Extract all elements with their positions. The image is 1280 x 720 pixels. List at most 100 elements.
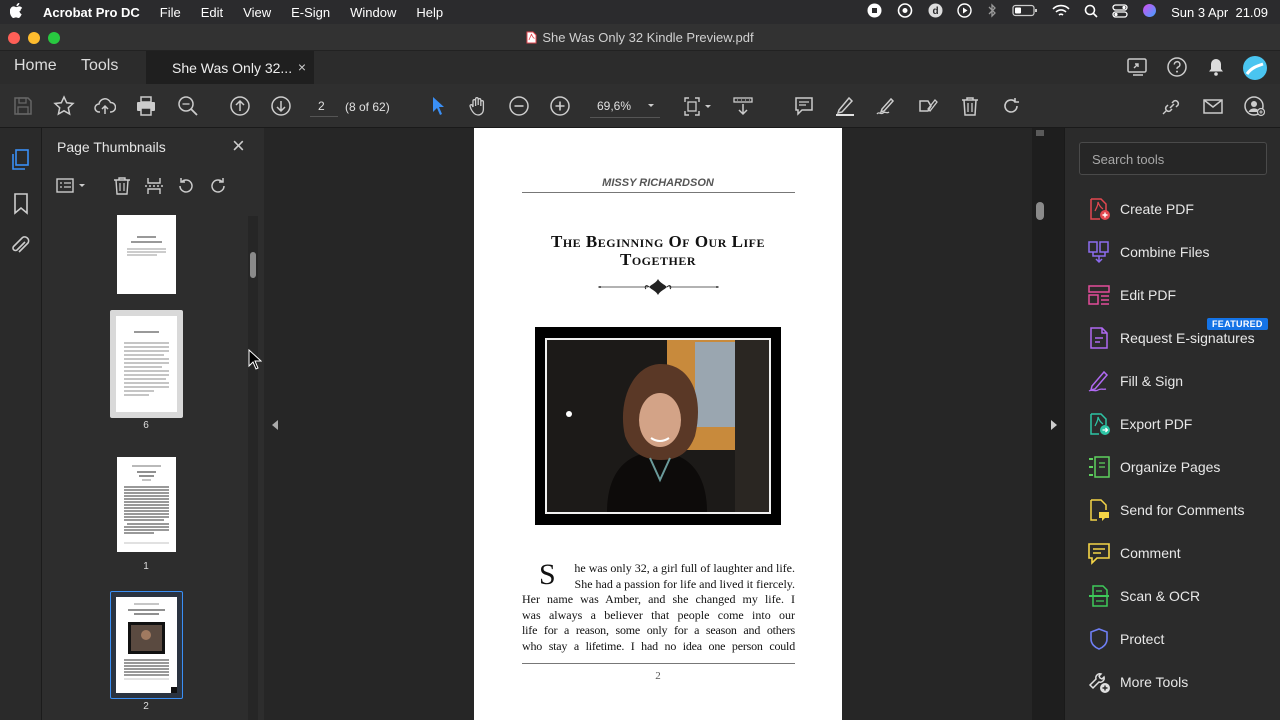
d-app-icon[interactable]: d [928, 3, 943, 21]
menu-esign[interactable]: E-Sign [281, 5, 340, 20]
share-link-icon[interactable] [1160, 94, 1184, 118]
bluetooth-icon[interactable] [986, 3, 998, 21]
comment-bubble-icon [1088, 543, 1110, 565]
wifi-icon[interactable] [1052, 4, 1070, 21]
scroll-mode-icon[interactable] [731, 94, 755, 118]
svg-text:d: d [933, 6, 939, 17]
creative-cloud-icon[interactable] [896, 3, 914, 21]
bookmark-star-icon[interactable] [52, 94, 76, 118]
tool-create-pdf[interactable]: Create PDF [1087, 195, 1194, 223]
tool-export-pdf[interactable]: Export PDF [1087, 410, 1192, 438]
menu-file[interactable]: File [150, 5, 191, 20]
tool-more-tools[interactable]: More Tools [1087, 668, 1188, 696]
options-menu-icon[interactable] [56, 176, 90, 201]
tab-tools[interactable]: Tools [81, 57, 118, 75]
rotate-clockwise-icon[interactable] [208, 176, 228, 201]
help-icon[interactable] [1166, 56, 1188, 83]
comment-icon[interactable] [792, 94, 816, 118]
account-avatar[interactable] [1242, 55, 1268, 86]
spotlight-search-icon[interactable] [1084, 4, 1098, 21]
tool-request-esignatures[interactable]: Request E-signatures [1087, 324, 1255, 352]
rotate-icon[interactable] [999, 94, 1023, 118]
tool-fill-sign[interactable]: Fill & Sign [1087, 367, 1183, 395]
tool-label: Request E-signatures [1120, 330, 1255, 346]
apple-icon[interactable] [0, 2, 33, 21]
tab-document[interactable]: She Was Only 32... × [146, 51, 314, 84]
fill-sign-icon[interactable] [915, 94, 939, 118]
add-user-icon[interactable] [1242, 94, 1266, 118]
tool-comment[interactable]: Comment [1087, 539, 1181, 567]
menu-window[interactable]: Window [340, 5, 406, 20]
expand-right-panel-icon[interactable] [1050, 418, 1058, 436]
delete-page-icon[interactable] [112, 176, 132, 201]
search-tools-input[interactable]: Search tools [1079, 142, 1267, 175]
app-menu[interactable]: Acrobat Pro DC [33, 5, 150, 20]
draw-freehand-icon[interactable] [874, 94, 898, 118]
page-thumbnail[interactable] [117, 215, 176, 294]
page-thumbnails-icon[interactable] [10, 148, 32, 177]
delete-trash-icon[interactable] [958, 94, 982, 118]
print-icon[interactable] [134, 94, 158, 118]
page-thumbnail-frame-selected [110, 591, 183, 699]
stop-record-icon[interactable] [867, 3, 882, 21]
email-icon[interactable] [1201, 94, 1225, 118]
page-thumbnail[interactable] [116, 316, 177, 412]
siri-icon[interactable] [1142, 3, 1157, 21]
tool-edit-pdf[interactable]: Edit PDF [1087, 281, 1176, 309]
upload-cloud-icon[interactable] [93, 94, 117, 118]
thumbnails-scrollbar-thumb[interactable] [250, 252, 256, 278]
tool-scan-ocr[interactable]: Scan & OCR [1087, 582, 1200, 610]
save-icon[interactable] [11, 94, 35, 118]
search-zoom-icon[interactable] [176, 94, 200, 118]
zoom-in-icon[interactable] [548, 94, 572, 118]
ornament-divider [598, 279, 719, 300]
tool-send-for-comments[interactable]: Send for Comments [1087, 496, 1245, 524]
tools-pane: Search tools FEATURED Create PDF Combine… [1064, 128, 1280, 720]
menu-edit[interactable]: Edit [191, 5, 233, 20]
zoom-out-icon[interactable] [507, 94, 531, 118]
tab-close-button[interactable]: × [298, 59, 306, 75]
hand-pan-icon[interactable] [466, 94, 490, 118]
document-scrollbar[interactable] [1034, 128, 1046, 720]
page-thumbnails-panel: Page Thumbnails × 6 1 2 [42, 128, 264, 720]
page-fit-icon[interactable] [680, 94, 714, 118]
page-number: 2 [655, 670, 661, 682]
tool-combine-files[interactable]: Combine Files [1087, 238, 1209, 266]
tool-protect[interactable]: Protect [1087, 625, 1164, 653]
tab-home[interactable]: Home [14, 57, 57, 75]
collapse-left-panel-icon[interactable] [271, 418, 279, 436]
pdf-page: MISSY RICHARDSON The Beginning Of Our Li… [474, 128, 842, 720]
menu-view[interactable]: View [233, 5, 281, 20]
clock-datetime[interactable]: Sun 3 Apr 21.09 [1171, 5, 1268, 20]
fill-sign-pen-icon [1088, 370, 1109, 392]
close-panel-button[interactable]: × [232, 133, 245, 159]
menu-help[interactable]: Help [406, 5, 453, 20]
running-header: MISSY RICHARDSON [602, 177, 714, 189]
notifications-bell-icon[interactable] [1206, 57, 1226, 82]
battery-icon[interactable] [1012, 4, 1038, 20]
rotate-counterclockwise-icon[interactable] [176, 176, 196, 201]
previous-page-icon[interactable] [228, 94, 252, 118]
page-number-input[interactable]: 2 [310, 97, 338, 117]
page-thumbnail[interactable] [117, 457, 176, 552]
export-pdf-icon [1090, 413, 1110, 435]
tool-organize-pages[interactable]: Organize Pages [1087, 453, 1220, 481]
more-tools-icon [1088, 673, 1110, 693]
play-icon[interactable] [957, 3, 972, 21]
control-center-icon[interactable] [1112, 3, 1128, 21]
document-viewport[interactable]: MISSY RICHARDSON The Beginning Of Our Li… [264, 128, 1057, 720]
tool-label: Comment [1120, 545, 1181, 561]
split-page-icon[interactable] [144, 176, 164, 201]
attachments-paperclip-icon[interactable] [10, 234, 32, 263]
highlight-pen-icon[interactable] [833, 94, 857, 118]
body-line-2: She had a passion for life and lived it … [574, 576, 795, 591]
select-arrow-icon[interactable] [425, 94, 449, 118]
page-thumbnail[interactable] [116, 597, 177, 693]
document-scrollbar-thumb[interactable] [1036, 202, 1044, 220]
bookmarks-icon[interactable] [12, 192, 30, 221]
share-screen-icon[interactable] [1127, 57, 1149, 82]
thumbnails-scrollbar[interactable] [248, 216, 258, 720]
menu-bar: Acrobat Pro DC File Edit View E-Sign Win… [0, 0, 1280, 24]
zoom-select[interactable]: 69,6% [590, 96, 660, 118]
next-page-icon[interactable] [269, 94, 293, 118]
